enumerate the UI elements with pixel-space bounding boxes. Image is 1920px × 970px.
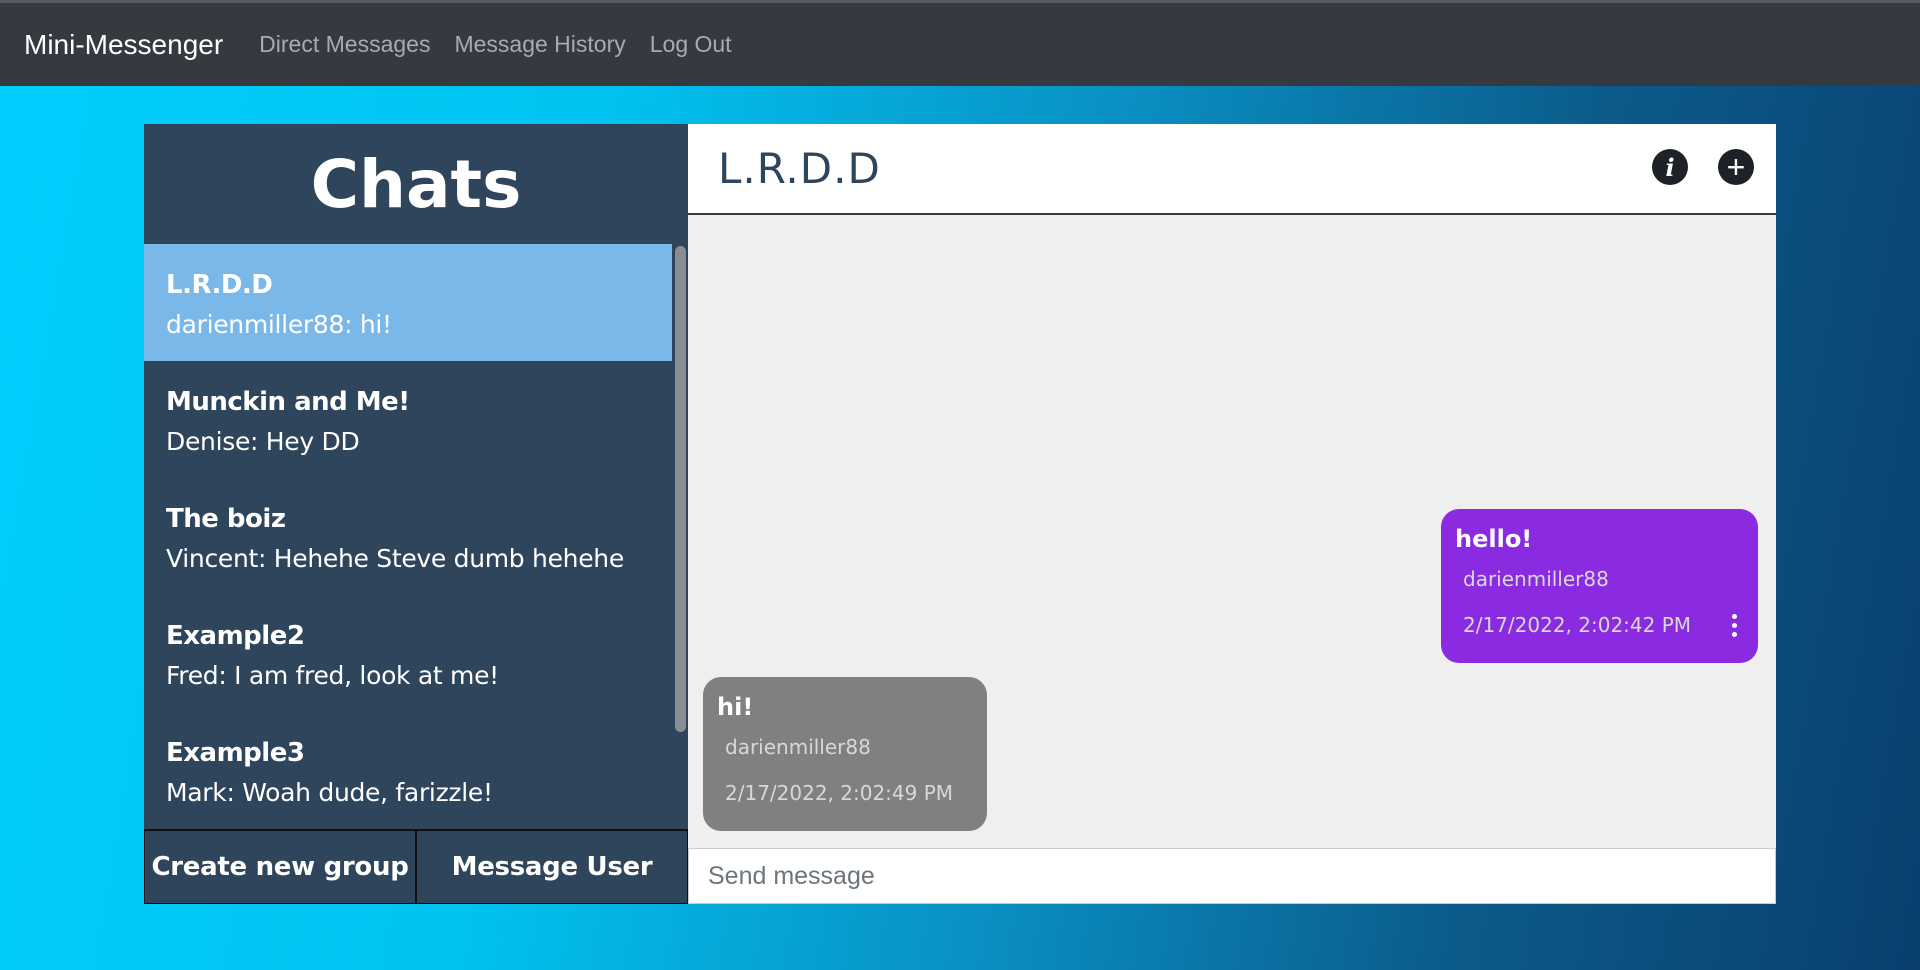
chat-preview: darienmiller88: hi! [166, 310, 392, 339]
more-options-icon[interactable] [1732, 614, 1738, 637]
message-text: hi! [717, 693, 754, 721]
conversation-header: L.R.D.D i + [688, 124, 1776, 215]
send-message-box [688, 848, 1776, 904]
conversation-pane: L.R.D.D i + hello! darienmiller88 2/17/2… [688, 124, 1776, 904]
create-new-group-button[interactable]: Create new group [144, 830, 416, 904]
message-bubble-sent: hello! darienmiller88 2/17/2022, 2:02:42… [1441, 509, 1758, 663]
message-text: hello! [1455, 525, 1533, 553]
chat-name: Munckin and Me! [166, 387, 410, 417]
scroll-thumb[interactable] [675, 246, 686, 732]
send-message-input[interactable] [708, 861, 1775, 891]
chat-preview: Mark: Woah dude, farizzle! [166, 778, 493, 807]
chat-name: Example2 [166, 621, 305, 651]
message-time: 2/17/2022, 2:02:42 PM [1463, 613, 1692, 637]
chat-name: L.R.D.D [166, 270, 273, 300]
message-sender: darienmiller88 [1463, 567, 1609, 591]
chat-item-example3[interactable]: Example3 Mark: Woah dude, farizzle! [144, 712, 688, 829]
chat-name: Example3 [166, 738, 305, 768]
sidebar-actions: Create new group Message User [144, 829, 688, 904]
chat-item-the-boiz[interactable]: The boiz Vincent: Hehehe Steve dumb hehe… [144, 478, 688, 595]
messenger-panel: Chats L.R.D.D darienmiller88: hi! Muncki… [144, 124, 1776, 904]
chat-item-lrdd[interactable]: L.R.D.D darienmiller88: hi! [144, 244, 672, 361]
message-bubble-received: hi! darienmiller88 2/17/2022, 2:02:49 PM [703, 677, 987, 831]
message-area: hello! darienmiller88 2/17/2022, 2:02:42… [688, 215, 1776, 848]
chat-list-scrollbar[interactable] [672, 244, 688, 829]
chat-preview: Fred: I am fred, look at me! [166, 661, 499, 690]
message-time: 2/17/2022, 2:02:49 PM [725, 781, 954, 805]
brand-logo[interactable]: Mini-Messenger [24, 29, 223, 61]
info-icon[interactable]: i [1652, 149, 1688, 185]
chats-title: Chats [310, 145, 522, 223]
chat-preview: Vincent: Hehehe Steve dumb hehehe [166, 544, 624, 573]
chat-name: The boiz [166, 504, 286, 534]
message-user-button[interactable]: Message User [416, 830, 688, 904]
nav-log-out[interactable]: Log Out [650, 31, 732, 58]
chat-item-munckin-and-me[interactable]: Munckin and Me! Denise: Hey DD [144, 361, 688, 478]
nav-message-history[interactable]: Message History [454, 31, 625, 58]
chat-list: L.R.D.D darienmiller88: hi! Munckin and … [144, 244, 688, 829]
nav-direct-messages[interactable]: Direct Messages [259, 31, 430, 58]
message-sender: darienmiller88 [725, 735, 871, 759]
conversation-title: L.R.D.D [718, 144, 881, 193]
plus-icon[interactable]: + [1718, 149, 1754, 185]
chat-preview: Denise: Hey DD [166, 427, 360, 456]
top-navbar: Mini-Messenger Direct Messages Message H… [0, 0, 1920, 86]
chat-item-example2[interactable]: Example2 Fred: I am fred, look at me! [144, 595, 688, 712]
chats-sidebar: Chats L.R.D.D darienmiller88: hi! Muncki… [144, 124, 688, 904]
